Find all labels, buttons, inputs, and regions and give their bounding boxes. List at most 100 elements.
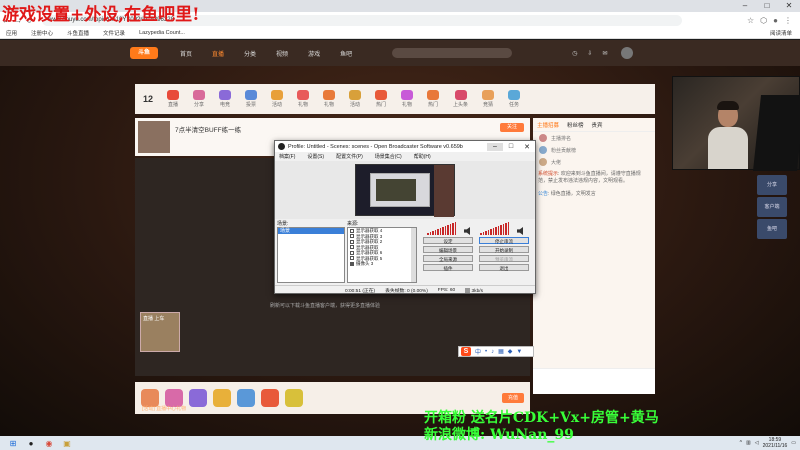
bookmark-2[interactable]: 斗鱼直播 bbox=[67, 29, 89, 37]
star-icon[interactable]: ☆ bbox=[747, 16, 754, 25]
reading-list[interactable]: 阅读清单 bbox=[770, 29, 800, 37]
nav-yuba[interactable]: 鱼吧 bbox=[340, 49, 352, 58]
exit-button[interactable]: 退出 bbox=[479, 264, 529, 271]
nav-game[interactable]: 游戏 bbox=[308, 49, 320, 58]
rail-yuba[interactable]: 鱼吧 bbox=[757, 219, 787, 239]
volume-icon[interactable]: ◁ bbox=[755, 440, 759, 446]
sources-list[interactable]: 显示器获取 4 显示器获取 3 显示器获取 2 显示器获取 显示器获取 6 显示… bbox=[347, 227, 417, 283]
site-logo[interactable]: 斗鱼 bbox=[130, 47, 158, 59]
activity-item[interactable]: 活动 bbox=[271, 90, 284, 108]
activity-item[interactable]: 电竞 bbox=[219, 90, 232, 108]
history-icon[interactable]: ◷ bbox=[572, 50, 577, 57]
ime-toolbar[interactable]: S 中 • ♪ ▦ ◆ ▼ bbox=[458, 346, 534, 357]
stop-stream-button[interactable]: 停止串流 bbox=[479, 237, 529, 244]
tab-vip[interactable]: 贵宾 bbox=[592, 121, 603, 129]
menu-icon[interactable]: ⋮ bbox=[784, 16, 792, 25]
bookmark-apps[interactable]: 应用 bbox=[6, 29, 17, 37]
nav-category[interactable]: 分类 bbox=[244, 49, 256, 58]
windows-start-icon[interactable]: ⊞ bbox=[8, 438, 18, 448]
activity-item[interactable]: 热门 bbox=[375, 90, 388, 108]
download-icon[interactable]: ⇩ bbox=[587, 50, 592, 57]
activity-item[interactable]: 竞猜 bbox=[482, 90, 495, 108]
activity-item[interactable]: 礼物 bbox=[297, 90, 310, 108]
activity-item[interactable]: 活动 bbox=[349, 90, 362, 108]
menu-help[interactable]: 帮助(H) bbox=[414, 153, 431, 160]
nav-live[interactable]: 直播 bbox=[212, 49, 224, 58]
maximize-icon[interactable]: □ bbox=[503, 143, 519, 151]
scene-item[interactable]: 场景 bbox=[278, 228, 344, 234]
minimize-icon[interactable]: – bbox=[734, 0, 756, 12]
tools-icon[interactable]: ▼ bbox=[516, 349, 522, 355]
checkbox[interactable] bbox=[350, 256, 354, 261]
close-icon[interactable]: ✕ bbox=[778, 0, 800, 12]
network-icon[interactable]: ▥ bbox=[746, 440, 751, 446]
app-taskbar-icon[interactable]: ▣ bbox=[62, 438, 72, 448]
menu-settings[interactable]: 设置(S) bbox=[307, 153, 324, 160]
menu-scene-collection[interactable]: 场景集合(C) bbox=[375, 153, 402, 160]
start-recording-button[interactable]: 开始录制 bbox=[479, 246, 529, 253]
bookmark-3[interactable]: 文件记录 bbox=[103, 29, 125, 37]
punctuation-icon[interactable]: • bbox=[485, 349, 487, 355]
gift-item[interactable] bbox=[237, 389, 255, 407]
close-icon[interactable]: ✕ bbox=[519, 143, 535, 151]
tab-recruit[interactable]: 主播招募 bbox=[537, 121, 559, 129]
rail-share[interactable]: 分享 bbox=[757, 175, 787, 195]
keyboard-icon[interactable]: ▦ bbox=[498, 348, 504, 355]
site-search-input[interactable] bbox=[392, 48, 513, 58]
rank-item[interactable]: 大佬 bbox=[533, 156, 655, 168]
side-thumbnail[interactable]: 直播 上车 bbox=[140, 312, 180, 352]
chat-input[interactable] bbox=[533, 368, 655, 394]
edit-scene-button[interactable]: 编辑场景 bbox=[423, 246, 473, 253]
bookmark-4[interactable]: Lazypedia Count... bbox=[139, 30, 185, 36]
recharge-button[interactable]: 充值 bbox=[502, 393, 524, 403]
chrome-taskbar-icon[interactable]: ◉ bbox=[44, 438, 54, 448]
obs-taskbar-icon[interactable]: ● bbox=[26, 438, 36, 448]
rank-item[interactable]: 粉丝贡献榜 bbox=[533, 144, 655, 156]
checkbox[interactable] bbox=[350, 234, 354, 239]
activity-item[interactable]: 礼物 bbox=[323, 90, 336, 108]
activity-item[interactable]: 热门 bbox=[427, 90, 440, 108]
ime-mode[interactable]: 中 bbox=[475, 347, 481, 356]
gift-item[interactable] bbox=[285, 389, 303, 407]
menu-file[interactable]: 档案(F) bbox=[279, 153, 295, 160]
bookmark-1[interactable]: 注册中心 bbox=[31, 29, 53, 37]
microphone-icon[interactable]: ♪ bbox=[491, 349, 494, 355]
rank-item[interactable]: 主播排名 bbox=[533, 132, 655, 144]
activity-item[interactable]: 上头条 bbox=[453, 90, 468, 108]
clock[interactable]: 18:59 2021/11/16 bbox=[763, 437, 788, 449]
source-item[interactable]: 摄像头 3 bbox=[348, 261, 416, 267]
activity-item[interactable]: 礼物 bbox=[401, 90, 414, 108]
notification-icon[interactable]: ▭ bbox=[791, 440, 796, 446]
activity-item[interactable]: 投票 bbox=[245, 90, 258, 108]
activity-item[interactable]: 分享 bbox=[193, 90, 206, 108]
profile-icon[interactable]: ● bbox=[773, 16, 778, 25]
speaker-icon[interactable] bbox=[517, 227, 523, 235]
menu-profile[interactable]: 配置文件(P) bbox=[336, 153, 363, 160]
obs-titlebar[interactable]: Profile: Untitled - Scenes: scenes - Ope… bbox=[275, 141, 535, 152]
checkbox[interactable] bbox=[350, 239, 354, 244]
skin-icon[interactable]: ◆ bbox=[508, 348, 513, 355]
checkbox[interactable] bbox=[350, 228, 354, 233]
gift-item[interactable] bbox=[213, 389, 231, 407]
streamer-avatar[interactable] bbox=[138, 121, 170, 153]
activity-item[interactable]: 直播 bbox=[167, 90, 180, 108]
checkbox[interactable] bbox=[350, 250, 354, 255]
checkbox[interactable] bbox=[350, 245, 354, 250]
gift-item[interactable] bbox=[261, 389, 279, 407]
scrollbar[interactable] bbox=[411, 228, 416, 282]
follow-button[interactable]: 关注 bbox=[500, 123, 524, 132]
message-icon[interactable]: ✉ bbox=[602, 50, 607, 57]
nav-home[interactable]: 首页 bbox=[180, 49, 192, 58]
plugins-button[interactable]: 插件 bbox=[423, 264, 473, 271]
nav-video[interactable]: 视频 bbox=[276, 49, 288, 58]
tab-fans[interactable]: 粉丝榜 bbox=[567, 121, 584, 129]
scenes-list[interactable]: 场景 bbox=[277, 227, 345, 283]
gift-item[interactable] bbox=[189, 389, 207, 407]
activity-item[interactable]: 任务 bbox=[508, 90, 521, 108]
global-sources-button[interactable]: 全局来源 bbox=[423, 255, 473, 262]
minimize-icon[interactable]: – bbox=[487, 142, 503, 151]
rail-client[interactable]: 客户端 bbox=[757, 197, 787, 217]
tray-chevron-icon[interactable]: ^ bbox=[740, 440, 742, 446]
mic-icon[interactable] bbox=[464, 227, 470, 235]
checkbox-checked[interactable] bbox=[350, 261, 354, 266]
